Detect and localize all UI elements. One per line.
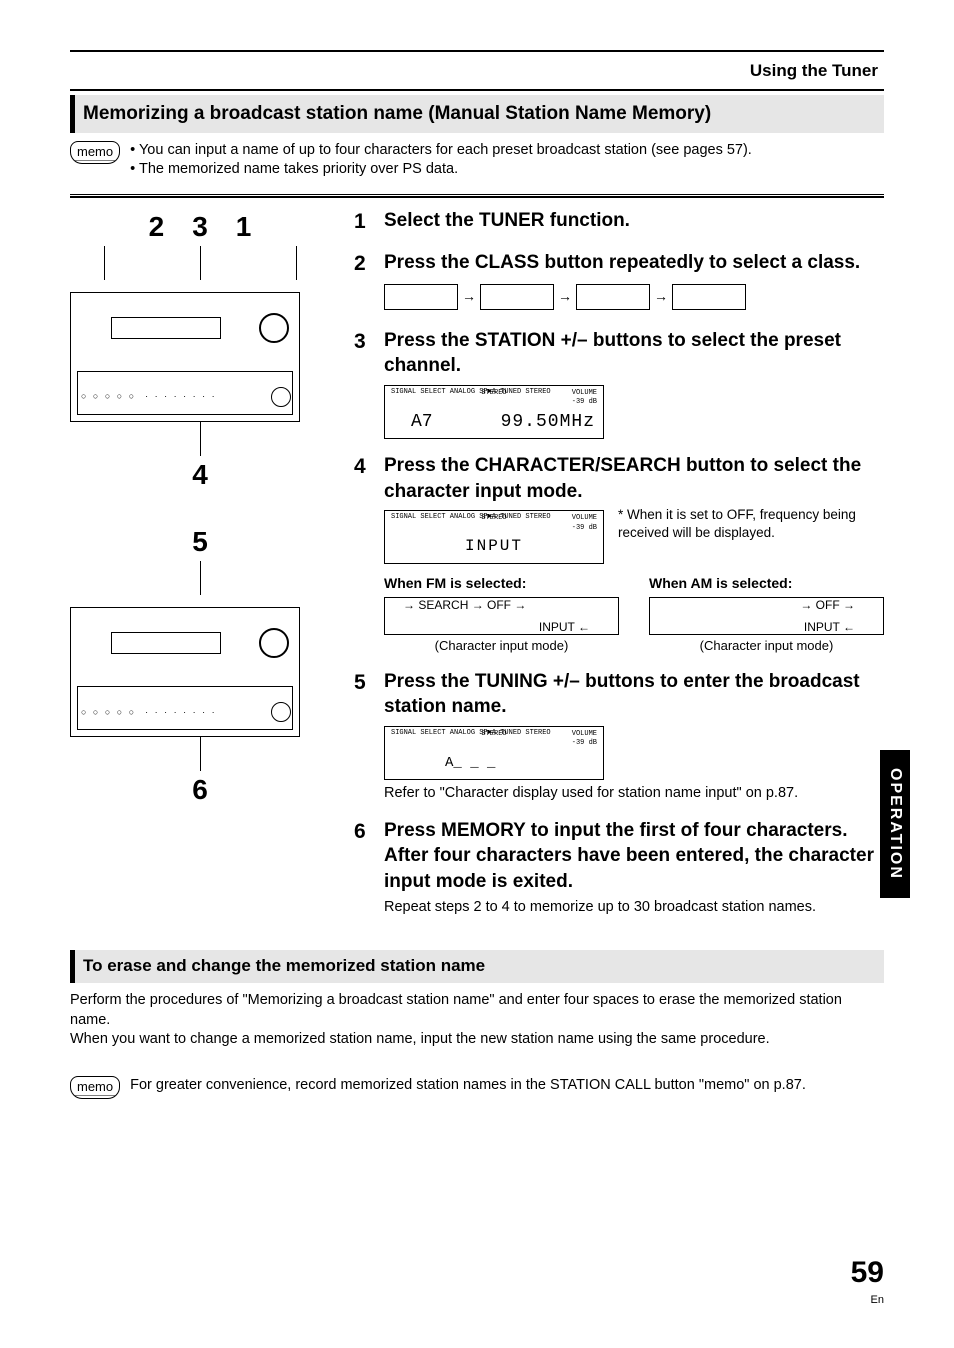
left-column: 2 3 1 ○ ○ ○ ○ ○ · · · · · · · · 4 5 ○ ○ … xyxy=(70,208,330,932)
lcd-vol-label: VOLUME xyxy=(572,730,597,739)
lcd-stereo: STEREO xyxy=(481,730,506,739)
lcd-display: SIGNAL SELECT ANALOG SP►A TUNED STEREO S… xyxy=(384,726,604,780)
step-6-body: Repeat steps 2 to 4 to memorize up to 30… xyxy=(384,898,884,918)
lcd-stereo: STEREO xyxy=(481,389,506,398)
memo-block-2: memo For greater convenience, record mem… xyxy=(70,1076,884,1100)
lcd-indicators: SIGNAL SELECT ANALOG SP►A TUNED STEREO xyxy=(391,514,551,521)
step-number: 2 xyxy=(354,250,374,314)
step-5: 5 Press the TUNING +/– buttons to enter … xyxy=(354,669,884,804)
am-input: INPUT xyxy=(804,620,840,634)
callout-line xyxy=(200,246,201,280)
fm-input: INPUT xyxy=(539,620,575,634)
step-6: 6 Press MEMORY to input the first of fou… xyxy=(354,818,884,918)
lcd-vol-value: -39 dB xyxy=(572,739,597,748)
step-number: 1 xyxy=(354,208,374,236)
memo-badge: memo xyxy=(70,1076,120,1100)
memo-block: memo You can input a name of up to four … xyxy=(70,141,884,180)
step-number: 3 xyxy=(354,328,374,439)
step-3: 3 Press the STATION +/– buttons to selec… xyxy=(354,328,884,439)
lcd-volume: VOLUME -39 dB xyxy=(572,389,597,408)
lcd-preset: A7 xyxy=(411,410,433,434)
step-title: Press the TUNING +/– buttons to enter th… xyxy=(384,669,884,720)
lcd-entry: A_ _ _ xyxy=(445,754,495,773)
memo2-text: For greater convenience, record memorize… xyxy=(130,1076,806,1096)
callout-line xyxy=(200,737,201,771)
class-cycle-diagram: → → → xyxy=(384,284,884,310)
sub-body-2: When you want to change a memorized stat… xyxy=(70,1030,884,1050)
step-4: 4 Press the CHARACTER/SEARCH button to s… xyxy=(354,453,884,655)
am-flow: OFF xyxy=(816,598,840,612)
lcd-display: SIGNAL SELECT ANALOG SP►A TUNED STEREO S… xyxy=(384,510,604,564)
device-illustration: ○ ○ ○ ○ ○ · · · · · · · · xyxy=(70,292,300,422)
title-bar: Memorizing a broadcast station name (Man… xyxy=(70,95,884,133)
fm-label: When FM is selected: xyxy=(384,574,619,593)
fm-flow: SEARCH → OFF xyxy=(418,598,511,612)
side-tab-operation: OPERATION xyxy=(880,750,910,898)
callout-line xyxy=(104,246,105,280)
page-number: 59 xyxy=(851,1253,884,1294)
callout-line xyxy=(200,561,201,595)
memo-item: The memorized name takes priority over P… xyxy=(130,160,752,180)
am-label: When AM is selected: xyxy=(649,574,884,593)
mode-columns: When FM is selected: → SEARCH → OFF → IN… xyxy=(384,574,884,654)
lcd-indicators: SIGNAL SELECT ANALOG SP►A TUNED STEREO xyxy=(391,389,551,396)
callout-num: 5 xyxy=(70,523,330,561)
fm-caption: (Character input mode) xyxy=(384,637,619,655)
lcd-mode: INPUT xyxy=(465,536,523,558)
fm-diagram: → SEARCH → OFF → INPUT ← xyxy=(384,597,619,635)
rule-top xyxy=(70,50,884,52)
lcd-vol-value: -39 dB xyxy=(572,398,597,407)
lcd-volume: VOLUME -39 dB xyxy=(572,514,597,533)
callout-num: 2 xyxy=(149,208,165,246)
callout-top-row: 2 3 1 xyxy=(70,208,330,246)
sub-section-title: To erase and change the memorized statio… xyxy=(70,950,884,983)
step-4-note: * When it is set to OFF, frequency being… xyxy=(618,504,884,542)
callout-line xyxy=(200,422,201,456)
lcd-volume: VOLUME -39 dB xyxy=(572,730,597,749)
step-2: 2 Press the CLASS button repeatedly to s… xyxy=(354,250,884,314)
lcd-vol-label: VOLUME xyxy=(572,514,597,523)
section-header: Using the Tuner xyxy=(70,56,884,89)
memo-list: You can input a name of up to four chara… xyxy=(130,141,752,180)
step-title: Press the STATION +/– buttons to select … xyxy=(384,328,884,379)
memo-item: You can input a name of up to four chara… xyxy=(130,141,752,161)
am-caption: (Character input mode) xyxy=(649,637,884,655)
page-lang: En xyxy=(851,1293,884,1308)
lcd-vol-value: -39 dB xyxy=(572,524,597,533)
callout-num: 4 xyxy=(70,456,330,494)
step-number: 5 xyxy=(354,669,374,804)
lcd-stereo: STEREO xyxy=(481,514,506,523)
memo-badge: memo xyxy=(70,141,120,165)
step-number: 4 xyxy=(354,453,374,655)
step-title: Press the CLASS button repeatedly to sel… xyxy=(384,250,884,276)
step-5-body: Refer to "Character display used for sta… xyxy=(384,784,884,804)
sub-body-1: Perform the procedures of "Memorizing a … xyxy=(70,991,884,1030)
lcd-frequency: 99.50MHz xyxy=(501,410,595,434)
divider xyxy=(70,194,884,198)
step-1: 1 Select the TUNER function. xyxy=(354,208,884,236)
lcd-vol-label: VOLUME xyxy=(572,389,597,398)
device-illustration: ○ ○ ○ ○ ○ · · · · · · · · xyxy=(70,607,300,737)
step-title: Select the TUNER function. xyxy=(384,208,630,234)
step-title: Press MEMORY to input the first of four … xyxy=(384,818,884,895)
lcd-display: SIGNAL SELECT ANALOG SP►A TUNED STEREO S… xyxy=(384,385,604,439)
page-footer: 59 En xyxy=(851,1253,884,1308)
callout-line xyxy=(296,246,297,280)
lcd-indicators: SIGNAL SELECT ANALOG SP►A TUNED STEREO xyxy=(391,730,551,737)
right-column: 1 Select the TUNER function. 2 Press the… xyxy=(354,208,884,932)
step-title: Press the CHARACTER/SEARCH button to sel… xyxy=(384,453,884,504)
callout-num: 1 xyxy=(236,208,252,246)
rule-under xyxy=(70,89,884,91)
callout-num: 3 xyxy=(192,208,208,246)
am-diagram: → OFF → INPUT ← xyxy=(649,597,884,635)
step-number: 6 xyxy=(354,818,374,918)
callout-num: 6 xyxy=(70,771,330,809)
